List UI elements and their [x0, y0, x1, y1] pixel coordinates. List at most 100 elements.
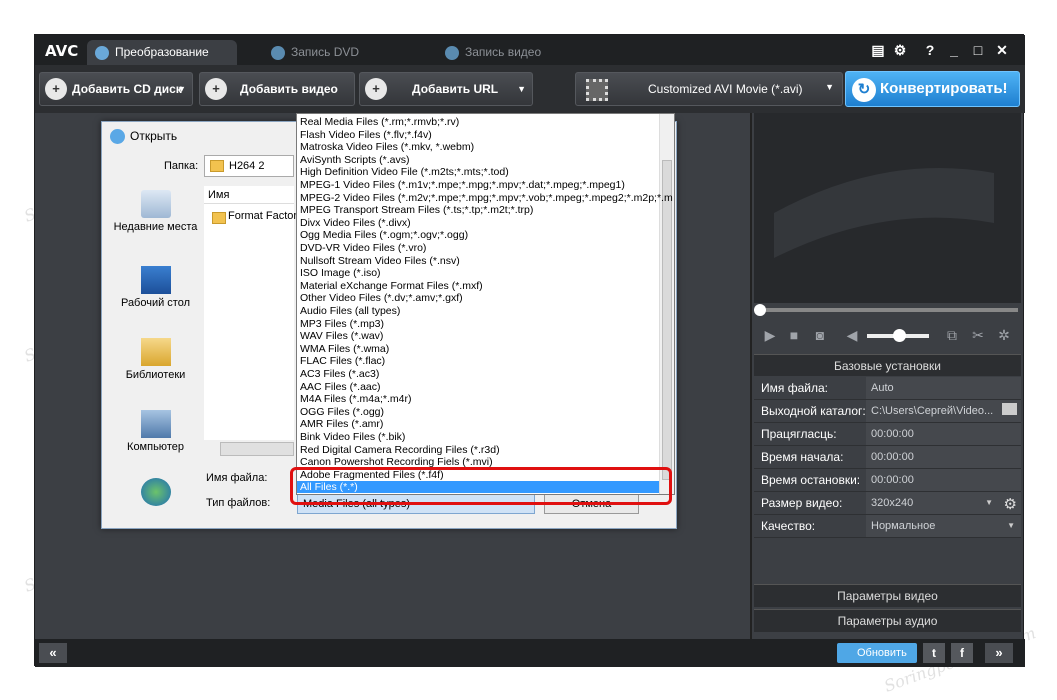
add-cd-button[interactable]: + Добавить CD диск ▼ — [39, 72, 193, 106]
tab-dvd[interactable]: Запись DVD — [263, 40, 403, 65]
filetype-option[interactable]: WAV Files (*.wav) — [300, 330, 383, 342]
app-logo: AVC — [45, 42, 79, 60]
filetype-option[interactable]: MPEG-1 Video Files (*.m1v;*.mpe;*.mpg;*.… — [300, 179, 625, 191]
convert-label: Конвертировать! — [880, 80, 1008, 97]
filetype-option[interactable]: MPEG Transport Stream Files (*.ts;*.tp;*… — [300, 204, 533, 216]
setting-value[interactable]: 320x240 ▼ ⚙ — [866, 492, 1021, 514]
place-desktop[interactable]: Рабочий стол — [108, 266, 203, 309]
filetype-option[interactable]: ISO Image (*.iso) — [300, 267, 381, 279]
add-cd-label: Добавить CD диск — [72, 82, 182, 96]
twitter-icon[interactable]: t — [923, 643, 945, 663]
filetype-option[interactable]: MP3 Files (*.mp3) — [300, 318, 384, 330]
place-label: Компьютер — [127, 441, 184, 453]
desktop-icon — [140, 266, 171, 294]
close-icon[interactable]: ✕ — [993, 41, 1011, 59]
scissors-icon[interactable]: ✂ — [970, 327, 986, 343]
setting-value[interactable]: Нормальное ▼ — [866, 515, 1021, 537]
chevron-down-icon: ▼ — [517, 84, 526, 94]
collapse-left-button[interactable]: « — [39, 643, 67, 663]
setting-value[interactable]: Auto — [866, 377, 1021, 399]
filetype-option[interactable]: Bink Video Files (*.bik) — [300, 431, 405, 443]
filetype-option[interactable]: Red Digital Camera Recording Files (*.r3… — [300, 444, 500, 456]
basic-settings-header[interactable]: Базовые установки — [754, 354, 1021, 376]
file-list[interactable]: Format Factory — [204, 204, 303, 440]
volume-icon[interactable]: ◀ — [844, 327, 860, 343]
collapse-right-button[interactable]: » — [985, 643, 1013, 663]
setting-row: Працягласць: 00:00:00 — [754, 423, 1021, 446]
vertical-scrollbar[interactable] — [659, 114, 674, 494]
camera-icon[interactable]: ◙ — [812, 327, 828, 343]
filetype-option[interactable]: FLAC Files (*.flac) — [300, 355, 385, 367]
setting-value[interactable]: 00:00:00 — [866, 446, 1021, 468]
filetype-option[interactable]: Ogg Media Files (*.ogm;*.ogv;*.ogg) — [300, 229, 468, 241]
filetype-option[interactable]: WMA Files (*.wma) — [300, 343, 389, 355]
place-network[interactable] — [108, 478, 203, 509]
list-item[interactable]: Format Factory — [228, 210, 303, 222]
column-header-name[interactable]: Имя — [204, 186, 294, 204]
setting-value[interactable]: 00:00:00 — [866, 469, 1021, 491]
filetype-option[interactable]: AviSynth Scripts (*.avs) — [300, 154, 410, 166]
filetype-option[interactable]: High Definition Video File (*.m2ts;*.mts… — [300, 166, 509, 178]
filetype-option[interactable]: Real Media Files (*.rm;*.rmvb;*.rv) — [300, 116, 459, 128]
chevron-down-icon: ▼ — [177, 84, 186, 94]
facebook-icon[interactable]: f — [951, 643, 973, 663]
libraries-icon — [140, 338, 171, 366]
filetype-option[interactable]: MPEG-2 Video Files (*.m2v;*.mpe;*.mpg;*.… — [300, 192, 673, 204]
video-params-button[interactable]: Параметры видео — [754, 584, 1021, 607]
setting-value[interactable]: C:\Users\Сергей\Video... — [866, 400, 1021, 422]
filename-label: Имя файла: — [206, 472, 268, 484]
output-profile-select[interactable]: Customized AVI Movie (*.avi) ▼ — [575, 72, 843, 106]
place-recent[interactable]: Недавние места — [108, 190, 203, 233]
right-panel: ▶ ■ ◙ ◀ ⧉ ✂ ✲ Базовые установки Имя файл… — [754, 113, 1021, 639]
minimize-icon[interactable]: _ — [945, 41, 963, 59]
tab-convert[interactable]: Преобразование — [87, 40, 237, 65]
seek-bar[interactable] — [754, 304, 1021, 316]
seek-knob[interactable] — [754, 304, 766, 316]
play-icon[interactable]: ▶ — [762, 327, 778, 343]
maximize-icon[interactable]: □ — [969, 41, 987, 59]
update-button[interactable]: Обновить — [837, 643, 917, 663]
convert-button[interactable]: ↻ Конвертировать! — [845, 71, 1020, 107]
preview-window — [754, 113, 1021, 303]
filetype-option[interactable]: OGG Files (*.ogg) — [300, 406, 384, 418]
filetype-option[interactable]: Divx Video Files (*.divx) — [300, 217, 411, 229]
crop-icon[interactable]: ⧉ — [944, 327, 960, 343]
audio-params-button[interactable]: Параметры аудио — [754, 609, 1021, 632]
filetype-option[interactable]: DVD-VR Video Files (*.vro) — [300, 242, 426, 254]
filetype-option[interactable]: AAC Files (*.aac) — [300, 381, 381, 393]
gear-icon[interactable]: ⚙ — [1004, 494, 1017, 516]
filetype-option[interactable]: Other Video Files (*.dv;*.amv;*.gxf) — [300, 292, 463, 304]
add-video-label: Добавить видео — [240, 82, 338, 96]
scrollbar-thumb[interactable] — [662, 160, 672, 480]
filetype-option[interactable]: Material eXchange Format Files (*.mxf) — [300, 280, 483, 292]
update-label: Обновить — [857, 647, 907, 659]
tab-record[interactable]: Запись видео — [437, 40, 577, 65]
place-libraries[interactable]: Библиотеки — [108, 338, 203, 381]
look-in-select[interactable]: H264 2 — [204, 155, 294, 177]
place-computer[interactable]: Компьютер — [108, 410, 203, 453]
filetype-option[interactable]: Matroska Video Files (*.mkv, *.webm) — [300, 141, 474, 153]
help-button[interactable]: ? — [921, 41, 939, 59]
folder-icon — [210, 160, 224, 172]
volume-knob[interactable] — [893, 329, 906, 342]
horizontal-scrollbar[interactable] — [220, 442, 294, 456]
filetype-option[interactable]: AMR Files (*.amr) — [300, 418, 383, 430]
filetype-option[interactable]: Audio Files (all types) — [300, 305, 400, 317]
effects-icon[interactable]: ✲ — [996, 327, 1012, 343]
filetype-dropdown-list[interactable]: Real Media Files (*.rm;*.rmvb;*.rv) Flash… — [296, 113, 675, 495]
filetype-option[interactable]: M4A Files (*.m4a;*.m4r) — [300, 393, 411, 405]
add-video-button[interactable]: + Добавить видео — [199, 72, 355, 106]
gear-icon[interactable]: ⚙ — [891, 41, 909, 59]
news-icon[interactable]: ▤ — [869, 41, 887, 59]
stop-icon[interactable]: ■ — [786, 327, 802, 343]
setting-key: Размер видео: — [761, 496, 843, 510]
filetype-option[interactable]: Nullsoft Stream Video Files (*.nsv) — [300, 255, 460, 267]
filetype-option[interactable]: Flash Video Files (*.flv;*.f4v) — [300, 129, 432, 141]
add-url-button[interactable]: + Добавить URL ▼ — [359, 72, 533, 106]
filetype-option[interactable]: AC3 Files (*.ac3) — [300, 368, 379, 380]
setting-value: 00:00:00 — [866, 423, 1021, 445]
place-label: Рабочий стол — [120, 297, 191, 309]
volume-slider[interactable] — [867, 329, 929, 342]
filmstrip-icon — [774, 168, 994, 258]
folder-icon[interactable] — [1002, 403, 1017, 415]
